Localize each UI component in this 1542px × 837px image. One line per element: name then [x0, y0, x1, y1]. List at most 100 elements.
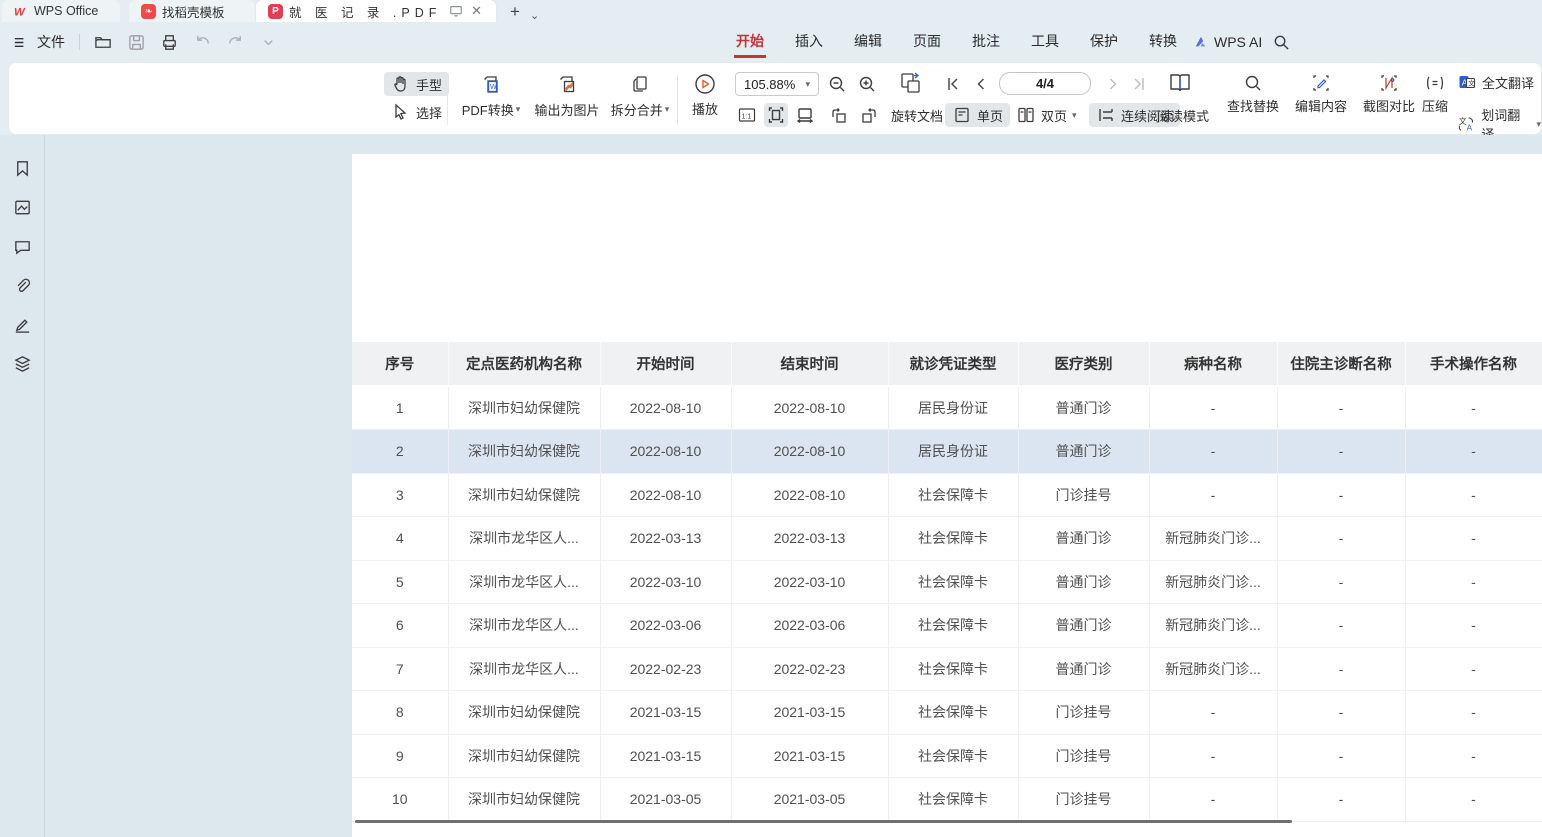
wps-ai-button[interactable]: WPS AI [1194, 34, 1262, 50]
menu-home[interactable]: 开始 [734, 27, 766, 58]
menu-insert[interactable]: 插入 [793, 27, 825, 58]
table-cell: 2022-02-23 [731, 647, 888, 691]
next-page-icon[interactable] [1103, 74, 1123, 94]
actual-size-icon[interactable]: 1:1 [737, 105, 757, 125]
folder-open-icon[interactable] [94, 33, 113, 52]
double-page-button[interactable]: 双页 ▾ [1009, 103, 1084, 127]
image-icon[interactable] [13, 198, 32, 217]
rotate-right-icon[interactable] [859, 105, 879, 125]
table-body: 1深圳市妇幼保健院2022-08-102022-08-10居民身份证普通门诊--… [352, 386, 1542, 821]
table-cell: 新冠肺炎门诊... [1149, 647, 1277, 691]
split-merge-button[interactable]: 拆分合并▾ [603, 73, 677, 119]
zoom-in-icon[interactable] [857, 74, 877, 94]
tab-wps-office[interactable]: W WPS Office [2, 0, 120, 22]
rotate-left-icon[interactable] [829, 105, 849, 125]
hand-icon [391, 74, 411, 94]
table-cell: 2022-08-10 [731, 386, 888, 430]
fit-width-icon[interactable] [795, 105, 815, 125]
header-credential-type: 就诊凭证类型 [888, 342, 1018, 386]
fit-page-button[interactable] [764, 103, 788, 127]
plus-icon[interactable]: + [510, 2, 520, 22]
side-panel [0, 135, 45, 837]
table-cell: 深圳市龙华区人... [448, 560, 600, 604]
bookmark-icon[interactable] [13, 159, 32, 178]
find-replace-label: 查找替换 [1227, 96, 1279, 115]
pdf-convert-button[interactable]: W PDF转换▾ [452, 73, 530, 119]
play-button[interactable]: 播放 [684, 72, 726, 118]
table-cell: 社会保障卡 [888, 473, 1018, 517]
compress-icon [1425, 73, 1445, 93]
table-cell: 深圳市妇幼保健院 [448, 691, 600, 735]
table-row: 5深圳市龙华区人...2022-03-102022-03-10社会保障卡普通门诊… [352, 560, 1542, 604]
chevron-down-icon[interactable] [259, 33, 278, 52]
menu-tools[interactable]: 工具 [1029, 27, 1061, 58]
edit-content-label: 编辑内容 [1295, 96, 1347, 115]
table-cell: - [1277, 473, 1405, 517]
table-cell: 普通门诊 [1018, 386, 1149, 430]
table-cell: 2021-03-05 [731, 778, 888, 822]
table-cell: 社会保障卡 [888, 604, 1018, 648]
first-page-icon[interactable] [943, 74, 963, 94]
comment-icon[interactable] [13, 237, 32, 256]
print-icon[interactable] [160, 33, 179, 52]
rotate-doc-label[interactable]: 旋转文档 [891, 106, 943, 125]
pdf-page: 序号 定点医药机构名称 开始时间 结束时间 就诊凭证类型 医疗类别 病种名称 住… [352, 154, 1542, 837]
hand-tool-button[interactable]: 手型 [384, 72, 449, 96]
search-icon[interactable] [1272, 33, 1291, 52]
ribbon-toolbar: 手型 选择 W PDF转换▾ 输出为图片 拆分合并▾ 播放 105.88% ▾ … [8, 62, 1542, 135]
chevron-down-icon[interactable]: ⌄ [530, 9, 539, 22]
save-icon[interactable] [127, 33, 146, 52]
menu-convert[interactable]: 转换 [1147, 27, 1179, 58]
table-cell: 2022-03-10 [600, 560, 731, 604]
table-cell: 7 [352, 647, 448, 691]
divider [79, 34, 80, 50]
monitor-icon[interactable] [449, 4, 463, 18]
table-cell: - [1405, 647, 1542, 691]
redo-icon[interactable] [226, 33, 245, 52]
edit-content-button[interactable]: 编辑内容 [1290, 73, 1352, 115]
document-title: 就 医 记 录 .PDF [289, 2, 443, 21]
select-tool-button[interactable]: 选择 [384, 100, 449, 124]
book-icon[interactable] [1167, 70, 1193, 96]
undo-icon[interactable] [193, 33, 212, 52]
file-menu-button[interactable]: 文件 [12, 32, 65, 52]
page-number-input[interactable] [999, 72, 1091, 95]
tab-docer-templates[interactable]: ❧ 找稻壳模板 [129, 0, 255, 22]
table-cell: - [1277, 604, 1405, 648]
compress-button[interactable]: 压缩 [1413, 73, 1457, 115]
prev-page-icon[interactable] [971, 74, 991, 94]
table-cell: 2021-03-15 [600, 691, 731, 735]
full-translate-button[interactable]: A文 全文翻译 [1457, 72, 1534, 92]
layers-icon[interactable] [13, 354, 32, 373]
table-cell: - [1405, 778, 1542, 822]
menu-comment[interactable]: 批注 [970, 27, 1002, 58]
table-cell: 2021-03-15 [731, 734, 888, 778]
horizontal-scrollbar[interactable] [355, 820, 1292, 823]
wps-ai-icon [1194, 35, 1208, 49]
single-page-button[interactable]: 单页 [945, 103, 1010, 127]
tab-document-active[interactable]: P 就 医 记 录 .PDF ✕ [256, 0, 496, 22]
paperclip-icon[interactable] [13, 276, 32, 295]
table-cell: 3 [352, 473, 448, 517]
menu-protect[interactable]: 保护 [1088, 27, 1120, 58]
table-cell: 2021-03-05 [600, 778, 731, 822]
find-replace-button[interactable]: 查找替换 [1222, 73, 1284, 115]
zoom-level-select[interactable]: 105.88% ▾ [735, 72, 819, 96]
screenshot-compare-button[interactable]: 截图对比 [1358, 73, 1420, 115]
table-cell: - [1149, 386, 1277, 430]
signature-icon[interactable] [13, 315, 32, 334]
table-cell: - [1405, 734, 1542, 778]
last-page-icon[interactable] [1129, 74, 1149, 94]
menu-edit[interactable]: 编辑 [852, 27, 884, 58]
menu-items: 开始 插入 编辑 页面 批注 工具 保护 转换 [734, 27, 1179, 58]
close-icon[interactable]: ✕ [469, 3, 484, 19]
zoom-out-icon[interactable] [827, 74, 847, 94]
page-swap-icon[interactable] [897, 69, 925, 97]
table-cell: 2021-03-15 [600, 734, 731, 778]
export-image-button[interactable]: 输出为图片 [527, 73, 607, 119]
table-cell: - [1405, 560, 1542, 604]
read-mode-label[interactable]: 阅读模式 [1157, 106, 1209, 125]
table-row: 6深圳市龙华区人...2022-03-062022-03-06社会保障卡普通门诊… [352, 604, 1542, 648]
menu-page[interactable]: 页面 [911, 27, 943, 58]
export-image-label: 输出为图片 [534, 100, 599, 119]
